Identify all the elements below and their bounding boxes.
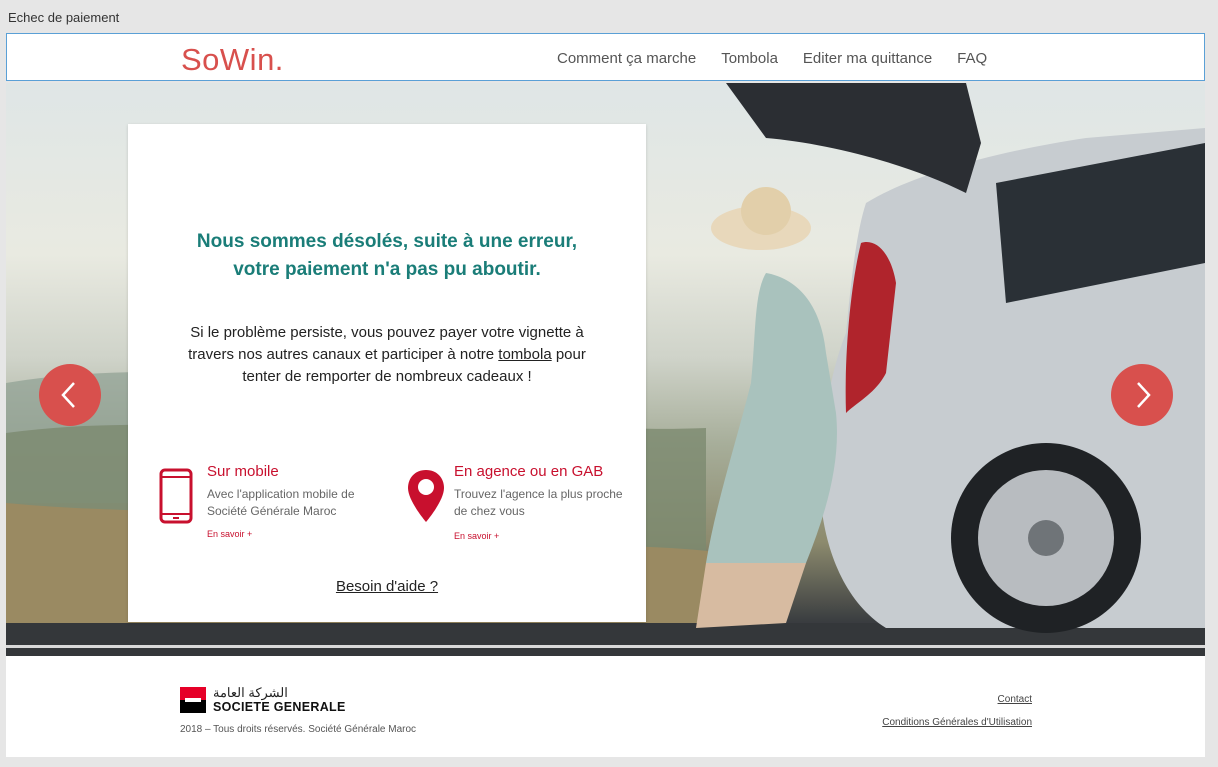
site-footer: الشركة العامة SOCIETE GENERALE 2018 – To… <box>6 656 1205 757</box>
channel-agency-more-link[interactable]: En savoir + <box>454 531 499 541</box>
channel-mobile: Sur mobile Avec l'application mobile de … <box>159 463 399 553</box>
nav-faq[interactable]: FAQ <box>957 50 987 67</box>
channel-mobile-more-link[interactable]: En savoir + <box>207 529 252 539</box>
nav-tombola[interactable]: Tombola <box>721 50 778 67</box>
brand-name: SOCIETE GENERALE <box>213 700 346 714</box>
map-pin-icon <box>408 470 444 522</box>
channel-mobile-description: Avec l'application mobile de Société Gén… <box>207 487 355 518</box>
channel-agency-description: Trouvez l'agence la plus proche de chez … <box>454 487 623 518</box>
nav-comment-ca-marche[interactable]: Comment ça marche <box>557 50 696 67</box>
payment-error-card: Nous sommes désolés, suite à une erreur,… <box>128 124 646 622</box>
societe-generale-logo: الشركة العامة SOCIETE GENERALE <box>180 685 345 718</box>
channel-mobile-title: Sur mobile <box>207 463 279 480</box>
help-link[interactable]: Besoin d'aide ? <box>128 578 646 595</box>
sowin-logo[interactable]: SoWin. <box>181 42 284 78</box>
error-title-line-2: votre paiement n'a pas pu aboutir. <box>233 259 541 280</box>
footer-contact-link[interactable]: Contact <box>998 694 1032 705</box>
mobile-phone-icon <box>159 468 193 524</box>
chevron-right-icon <box>1137 382 1151 408</box>
error-title: Nous sommes désolés, suite à une erreur,… <box>128 228 646 284</box>
error-message: Si le problème persiste, vous pouvez pay… <box>168 322 606 388</box>
channel-agency: En agence ou en GAB Trouvez l'agence la … <box>406 463 646 553</box>
nav-editer-quittance[interactable]: Editer ma quittance <box>803 50 932 67</box>
carousel-next-button[interactable] <box>1111 364 1173 426</box>
societe-generale-mark-icon <box>180 687 206 713</box>
window-title: Echec de paiement <box>8 10 120 25</box>
chevron-left-icon <box>61 382 75 408</box>
tombola-link[interactable]: tombola <box>498 346 551 363</box>
carousel-prev-button[interactable] <box>39 364 101 426</box>
channel-agency-title: En agence ou en GAB <box>454 463 604 480</box>
site-header: SoWin. Comment ça marche Tombola Editer … <box>6 33 1205 81</box>
main-nav: Comment ça marche Tombola Editer ma quit… <box>557 50 1012 67</box>
copyright: 2018 – Tous droits réservés. Société Gén… <box>180 724 417 735</box>
brand-arabic: الشركة العامة <box>213 685 288 700</box>
footer-cgu-link[interactable]: Conditions Générales d'Utilisation <box>882 717 1032 728</box>
error-title-line-1: Nous sommes désolés, suite à une erreur, <box>196 231 578 252</box>
